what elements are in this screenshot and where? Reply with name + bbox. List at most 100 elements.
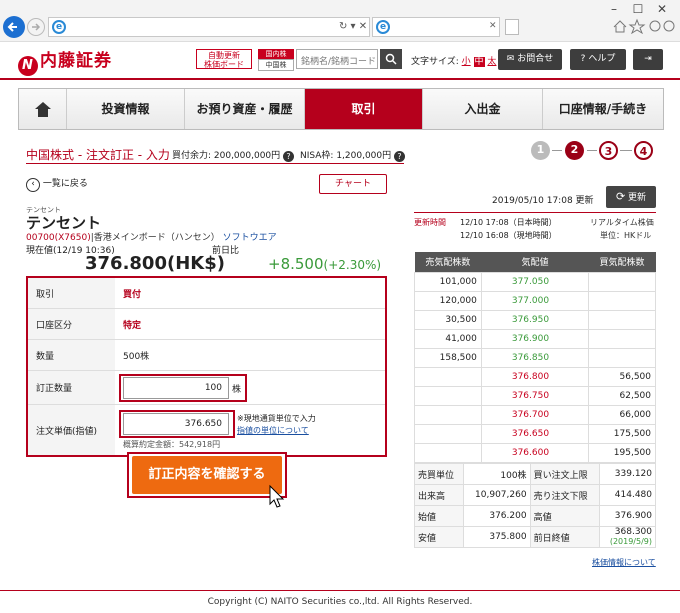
bid-row: 376.800 56,500 [414, 366, 656, 387]
order-row-quantity: 数量 500株 [28, 340, 385, 371]
auto-update-board-button[interactable]: 自動更新 株価ボード [196, 49, 252, 69]
address-controls[interactable]: ↻ ▾ ✕ [339, 21, 367, 32]
limit-price-input[interactable]: 376.650 [123, 413, 229, 435]
arrow-right-icon [32, 23, 41, 31]
footer-divider [0, 590, 680, 591]
mouse-cursor-icon [269, 484, 285, 508]
chart-button[interactable]: チャート [319, 174, 387, 194]
minimize-button[interactable]: – [604, 2, 624, 16]
price-change: +8.500(+2.30%) [268, 255, 382, 273]
confirm-revision-button[interactable]: 訂正内容を確認する [132, 456, 282, 494]
update-time: 2019/05/10 17:08 更新 [492, 196, 594, 206]
page-title: 中国株式 - 注文訂正 - 入力 [26, 148, 170, 162]
home-icon [34, 102, 51, 117]
realtime-label: リアルタイム株価 [590, 218, 654, 227]
order-row-price: 注文単価(指値) 376.650 ※現地通貨単位で入力 指値の単位について 概算… [28, 405, 385, 455]
step-2: 2 [565, 141, 584, 160]
bid-row: 376.650 175,500 [414, 423, 656, 444]
stats-row: 始値 376.200 高値 376.900 [414, 505, 656, 527]
help-icon[interactable]: ? [283, 151, 295, 162]
order-row-account: 口座区分 特定 [28, 309, 385, 340]
font-small-button[interactable]: 小 [462, 57, 471, 67]
mail-icon: ✉ [506, 54, 515, 64]
step-1: 1 [531, 141, 550, 160]
update-time-label: 更新時間 [414, 218, 446, 227]
close-tab-icon[interactable]: ✕ [489, 21, 497, 31]
star-icon [628, 18, 646, 34]
bid-row: 376.750 62,500 [414, 385, 656, 406]
site-logo[interactable]: N 内藤証券 [18, 46, 112, 76]
nisa-limit: NISA枠: 1,200,000円 ? [300, 148, 405, 162]
home-icon [613, 20, 627, 33]
maximize-button[interactable]: ☐ [628, 2, 648, 16]
header-divider [0, 78, 680, 80]
ask-row: 41,000 376.900 [414, 328, 656, 349]
order-row-revised-qty: 訂正数量 100 株 [28, 371, 385, 405]
order-row-trade: 取引 買付 [28, 278, 385, 309]
contact-button[interactable]: ✉ お問合せ [498, 49, 562, 70]
ask-row: 30,500 376.950 [414, 309, 656, 330]
stats-row: 出来高 10,907,260 売り注文下限 414.480 [414, 484, 656, 506]
stock-info-link[interactable]: 株価情報について [592, 557, 656, 568]
browser-chrome: – ☐ ✕ e ↻ ▾ ✕ e ✕ [0, 0, 680, 42]
forward-button[interactable] [27, 18, 45, 36]
search-input[interactable]: 銘柄名/銘柄コード [296, 49, 378, 69]
unit-label: 単位：HKドル [600, 231, 652, 240]
nav-deposit-withdraw[interactable]: 入出金 [423, 89, 543, 129]
browser-toolbar-icons [613, 18, 675, 34]
address-bar[interactable]: e ↻ ▾ ✕ [48, 17, 370, 37]
stats-row: 売買単位 100株 買い注文上限 339.120 [414, 463, 656, 485]
order-book: 売気配株数 気配値 買気配株数 101,000 377.050 120,000 37… [414, 252, 656, 463]
nav-trade[interactable]: 取引 [305, 89, 423, 129]
smiley-icon [663, 20, 675, 32]
step-4: 4 [634, 141, 653, 160]
refresh-button[interactable]: ⟳ 更新 [606, 186, 656, 208]
ask-row: 158,500 376.850 [414, 347, 656, 368]
stock-code-line: 00700(X7650)|香港メインボード（ハンセン） ソフトウエア [26, 233, 277, 243]
market-toggle[interactable]: 国内株 中国株 [258, 49, 294, 71]
font-mid-button[interactable]: 中 [473, 57, 485, 67]
title-underline [26, 163, 404, 164]
nav-account-info[interactable]: 口座情報/手続き [543, 89, 663, 129]
nav-investment-info[interactable]: 投資情報 [67, 89, 185, 129]
ask-row: 120,000 377.000 [414, 290, 656, 311]
ask-row: 101,000 377.050 [414, 271, 656, 292]
price-unit-link[interactable]: 指値の単位について [237, 425, 309, 436]
step-3: 3 [599, 141, 618, 160]
buying-power: 買付余力: 200,000,000円 ? [172, 148, 295, 162]
nav-home[interactable] [19, 89, 67, 129]
logout-icon: ⇥ [644, 54, 652, 64]
refresh-icon: ⟳ [615, 190, 626, 203]
bid-row: 376.600 195,500 [414, 442, 656, 463]
help-icon[interactable]: ? [394, 151, 405, 162]
ie-icon: e [52, 20, 66, 34]
close-window-button[interactable]: ✕ [652, 2, 672, 16]
font-large-button[interactable]: 太 [487, 57, 496, 67]
order-book-header: 売気配株数 気配値 買気配株数 [414, 252, 656, 272]
bid-row: 376.700 66,000 [414, 404, 656, 425]
nav-assets-history[interactable]: お預り資産・履歴 [185, 89, 305, 129]
stock-stats: 売買単位 100株 買い注文上限 339.120 出来高 10,907,260 売り注… [414, 463, 656, 548]
logout-button[interactable]: ⇥ [633, 49, 663, 70]
current-price: 376.800(HK$) [85, 253, 225, 274]
arrow-left-icon [7, 22, 17, 32]
price-note: ※現地通貨単位で入力 [237, 414, 316, 423]
back-button[interactable] [3, 16, 25, 38]
order-form: 取引 買付 口座区分 特定 数量 500株 訂正数量 100 株 注文単価(指値… [26, 276, 387, 457]
help-button[interactable]: ? ヘルプ [570, 49, 626, 70]
new-tab-button[interactable] [505, 19, 519, 35]
time-japan: 12/10 17:08（日本時間） [460, 218, 557, 227]
revised-quantity-input[interactable]: 100 [123, 377, 229, 399]
main-nav: 投資情報 お預り資産・履歴 取引 入出金 口座情報/手続き [18, 88, 664, 130]
footer-copyright: Copyright (C) NAITO Securities co.,ltd. … [207, 597, 473, 607]
back-to-list-link[interactable]: ‹ 一覧に戻る [26, 176, 88, 192]
gear-icon [649, 20, 661, 32]
stats-row: 安値 375.800 前日終値 368.300 (2019/5/9) [414, 526, 656, 548]
font-size-selector: 文字サイズ: 小 中 太 [411, 57, 497, 67]
time-local: 12/10 16:08（現地時間） [460, 231, 557, 240]
chevron-left-icon: ‹ [26, 178, 40, 192]
ie-icon: e [376, 20, 390, 34]
search-button[interactable] [380, 49, 402, 69]
question-icon: ? [580, 54, 586, 64]
browser-tab[interactable]: e ✕ [372, 17, 500, 37]
